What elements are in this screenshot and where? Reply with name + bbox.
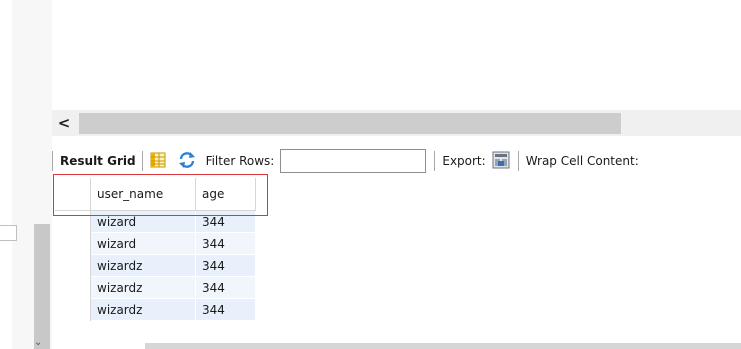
result-grid: user_name age wizard 344 wizard 344 wiza… xyxy=(55,178,285,321)
left-pane-scrollbar[interactable] xyxy=(34,224,50,349)
table-row[interactable]: wizardz 344 xyxy=(55,299,285,321)
grid-header-row: user_name age xyxy=(55,178,285,211)
chevron-left-icon[interactable]: < xyxy=(52,110,76,136)
row-selector-header[interactable] xyxy=(55,178,91,211)
row-selector[interactable] xyxy=(55,299,91,321)
wrap-cell-content-label: Wrap Cell Content: xyxy=(525,154,639,168)
toolbar-separator xyxy=(434,151,436,171)
cell-user-name[interactable]: wizard xyxy=(91,211,196,233)
grid-layout-icon[interactable] xyxy=(150,152,166,171)
column-header-age[interactable]: age xyxy=(196,178,256,211)
toolbar-separator xyxy=(141,151,143,171)
row-selector[interactable] xyxy=(55,233,91,255)
query-editor[interactable] xyxy=(52,0,741,110)
cell-user-name[interactable]: wizardz xyxy=(91,299,196,321)
filter-rows-label: Filter Rows: xyxy=(205,154,275,168)
bottom-scrollbar[interactable] xyxy=(145,343,741,349)
filter-rows-input[interactable] xyxy=(280,149,427,173)
toolbar-separator xyxy=(52,151,53,171)
export-label: Export: xyxy=(442,154,486,168)
refresh-icon[interactable] xyxy=(178,151,196,171)
cell-age[interactable]: 344 xyxy=(196,255,256,277)
horizontal-scrollbar-thumb[interactable] xyxy=(79,113,621,134)
cell-age[interactable]: 344 xyxy=(196,211,256,233)
table-row[interactable]: wizardz 344 xyxy=(55,277,285,299)
toolbar-separator xyxy=(517,151,519,171)
cell-age[interactable]: 344 xyxy=(196,299,256,321)
export-icon[interactable] xyxy=(492,151,510,172)
cell-user-name[interactable]: wizard xyxy=(91,233,196,255)
result-toolbar: Result Grid Filter Rows: Export: Wrap Ce… xyxy=(52,146,741,176)
row-selector[interactable] xyxy=(55,255,91,277)
column-header-user-name[interactable]: user_name xyxy=(91,178,196,211)
left-pane-chevron-icon[interactable]: ⌄ xyxy=(34,337,42,348)
row-selector[interactable] xyxy=(55,277,91,299)
cell-user-name[interactable]: wizardz xyxy=(91,255,196,277)
cell-age[interactable]: 344 xyxy=(196,233,256,255)
table-row[interactable]: wizardz 344 xyxy=(55,255,285,277)
table-row[interactable]: wizard 344 xyxy=(55,233,285,255)
result-grid-label[interactable]: Result Grid xyxy=(60,154,136,168)
cell-user-name[interactable]: wizardz xyxy=(91,277,196,299)
left-pane-field[interactable] xyxy=(0,225,17,241)
table-row[interactable]: wizard 344 xyxy=(55,211,285,233)
cell-age[interactable]: 344 xyxy=(196,277,256,299)
row-selector[interactable] xyxy=(55,211,91,233)
